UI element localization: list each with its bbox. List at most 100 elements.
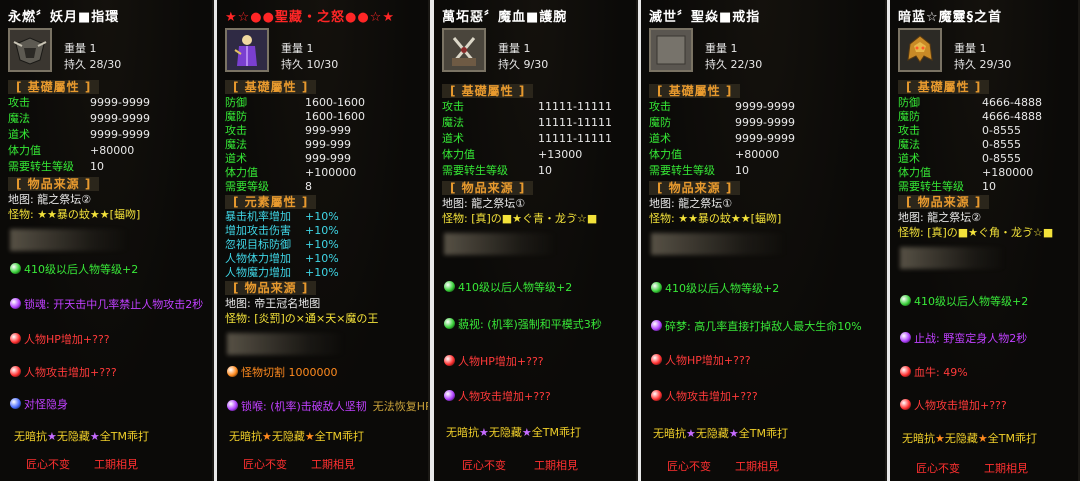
element-name: 暴击机率增加 <box>225 210 291 223</box>
special-a: 无暗抗 <box>902 432 935 445</box>
attr-value: 999-999 <box>305 152 351 165</box>
attr-name: 体力值 <box>225 166 258 179</box>
element-name: 忽视目标防御 <box>225 238 291 251</box>
skill-line: 血牛: 49% <box>900 366 968 380</box>
durability-value: 22/30 <box>730 58 763 71</box>
footer-slogan-left: 匠心不变 <box>916 462 960 475</box>
panel-yongran-ring: 永燃〞妖月■指環 重量 1 持久 28/30[ 基礎屬性 ] 攻击 9999-9999 魔… <box>0 0 214 481</box>
source-map: 地图: 龍之祭坛② <box>8 193 92 206</box>
gem-icon <box>444 318 455 329</box>
attr-value: 11111-11111 <box>538 100 612 113</box>
attr-value: 0-8555 <box>982 124 1021 137</box>
attr-row: 道术 9999-9999 <box>649 132 879 146</box>
attr-value: 11111-11111 <box>538 116 612 129</box>
skill-line: 锁魂: 开天击中几率禁止人物攻击2秒 <box>10 298 203 312</box>
skill-text: 人物攻击增加+??? <box>24 366 117 379</box>
attr-row: 体力值 +100000 <box>225 166 422 180</box>
special-a: 无暗抗 <box>14 430 47 443</box>
section-basic-attrs: [ 基礎屬性 ] <box>649 84 741 98</box>
weight-value: 1 <box>306 42 314 55</box>
specials-line: 无暗抗★无隐藏★全TM乖打 <box>902 432 1037 446</box>
redacted-region <box>227 333 345 355</box>
attr-row: 攻击 9999-9999 <box>649 100 879 114</box>
durability-line: 持久 22/30 <box>705 56 762 72</box>
skill-text: 人物HP增加+??? <box>665 354 751 367</box>
cross-gauntlet-icon <box>442 28 486 72</box>
attr-value: 10 <box>982 180 996 193</box>
skill-text: 碎梦: 高几率直接打掉敌人最大生命10% <box>665 320 862 333</box>
special-b: 无隐藏 <box>271 430 305 443</box>
attr-name: 攻击 <box>649 100 671 113</box>
section-basic-attrs: [ 基礎屬性 ] <box>225 80 317 94</box>
durability-line: 持久 28/30 <box>64 56 121 72</box>
attr-row: 体力值 +80000 <box>649 148 879 162</box>
attr-value: +80000 <box>90 144 135 157</box>
gem-icon <box>651 390 662 401</box>
gem-icon <box>444 355 455 366</box>
attr-row: 攻击 999-999 <box>225 124 422 138</box>
specials-line: 无暗抗★无隐藏★全TM乖打 <box>653 427 788 441</box>
skill-line: 对怪隐身 <box>10 398 68 412</box>
purple-mage-icon <box>225 28 269 72</box>
source-monster: 怪物: [真]の■★ぐ角・龙ゔ☆■ <box>898 226 1054 239</box>
weight-value: 1 <box>730 42 738 55</box>
section-basic-attrs: [ 基礎屬性 ] <box>442 84 534 98</box>
item-title: 滅世〞聖焱■戒指 <box>649 10 761 25</box>
attr-name: 体力值 <box>649 148 682 161</box>
skill-line: 人物HP增加+??? <box>444 355 544 369</box>
footer-slogan-left: 匠心不变 <box>243 458 287 471</box>
specials-line: 无暗抗★无隐藏★全TM乖打 <box>14 430 149 444</box>
attr-name: 道术 <box>649 132 671 145</box>
skill-text: 人物攻击增加+??? <box>665 390 758 403</box>
source-map: 地图: 龍之祭坛② <box>898 211 982 224</box>
special-b: 无隐藏 <box>56 430 90 443</box>
attr-value: 4666-4888 <box>982 110 1042 123</box>
durability-value: 10/30 <box>306 58 339 71</box>
gem-icon <box>227 366 238 377</box>
attr-name: 体力值 <box>442 148 475 161</box>
attr-name: 需要等级 <box>225 180 269 193</box>
star-icon: ★ <box>935 432 945 445</box>
source-map: 地图: 龍之祭坛① <box>649 197 733 210</box>
durability-line: 持久 29/30 <box>954 56 1011 72</box>
section-basic-attrs: [ 基礎屬性 ] <box>8 80 100 94</box>
attr-name: 体力值 <box>8 144 41 157</box>
element-row: 暴击机率增加 +10% <box>225 210 422 224</box>
skill-note: 无法恢复HP <box>372 400 430 413</box>
attr-name: 魔法 <box>8 112 30 125</box>
attr-row: 道术 0-8555 <box>898 152 1072 166</box>
skill-line: 人物HP增加+??? <box>10 333 110 347</box>
attr-name: 道术 <box>8 128 30 141</box>
gem-icon <box>651 320 662 331</box>
attr-row: 道术 999-999 <box>225 152 422 166</box>
attr-value: 999-999 <box>305 138 351 151</box>
durability-label: 持久 <box>64 58 86 71</box>
element-name: 增加攻击伤害 <box>225 224 291 237</box>
attr-name: 魔法 <box>442 116 464 129</box>
attr-name: 道术 <box>225 152 247 165</box>
star-icon: ★ <box>89 430 100 443</box>
attr-row: 魔法 0-8555 <box>898 138 1072 152</box>
skill-text: 对怪隐身 <box>24 398 68 411</box>
weight-value: 1 <box>979 42 987 55</box>
attr-value: 4666-4888 <box>982 96 1042 109</box>
gem-icon <box>900 295 911 306</box>
attr-row: 道术 11111-11111 <box>442 132 630 146</box>
special-c: 全TM乖打 <box>738 427 788 440</box>
empty-ring-icon <box>649 28 693 72</box>
redacted-region <box>651 233 787 255</box>
element-value: +10% <box>305 266 339 279</box>
gem-icon <box>10 398 21 409</box>
attr-row: 攻击 11111-11111 <box>442 100 630 114</box>
section-item-source: [ 物品来源 ] <box>8 177 100 191</box>
skill-line: 锁喉: (机率)击破敌人坚韧 无法恢复HP <box>227 400 430 414</box>
section-item-source: [ 物品来源 ] <box>649 181 741 195</box>
attr-value: 0-8555 <box>982 152 1021 165</box>
attr-value: 9999-9999 <box>90 128 150 141</box>
durability-label: 持久 <box>954 58 976 71</box>
footer-slogan-left: 匠心不变 <box>667 460 711 473</box>
element-value: +10% <box>305 252 339 265</box>
attr-row: 攻击 0-8555 <box>898 124 1072 138</box>
attr-value: 9999-9999 <box>735 100 795 113</box>
section-basic-attrs: [ 基礎屬性 ] <box>898 80 990 94</box>
